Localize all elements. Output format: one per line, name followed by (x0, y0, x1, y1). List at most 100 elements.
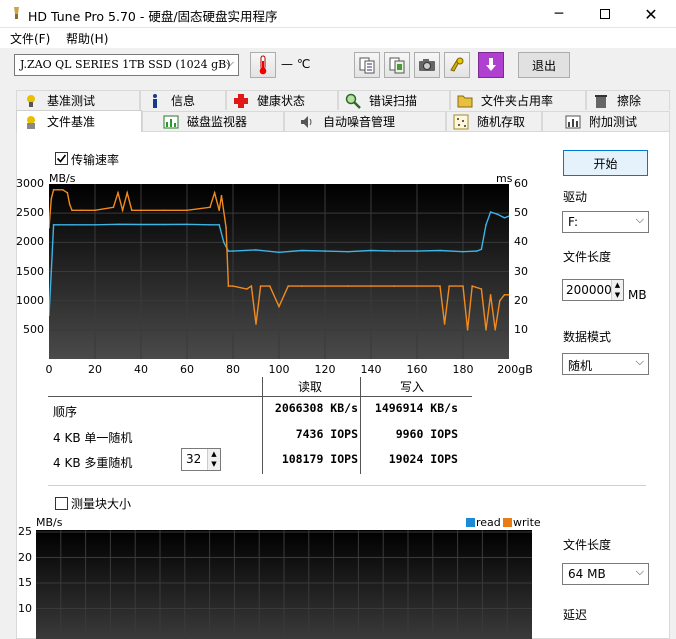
spinner-up-icon[interactable]: ▲ (208, 449, 220, 459)
tab-label: 自动噪音管理 (323, 115, 396, 129)
exit-button[interactable]: 退出 (518, 52, 570, 78)
copy-screenshot-button[interactable] (384, 52, 410, 78)
tab-file-benchmark[interactable]: 文件基准 (16, 110, 142, 132)
access-time-point (227, 285, 230, 287)
tab-disk-monitor[interactable]: 磁盘监视器 (142, 111, 284, 131)
drive-select[interactable]: J.ZAO QL SERIES 1TB SSD (1024 gB) ⌵ (14, 54, 239, 76)
data-mode-label: 数据模式 (563, 330, 612, 344)
data-mode-select[interactable]: 随机 ⌵ (562, 353, 649, 375)
drive-select-value: J.ZAO QL SERIES 1TB SSD (1024 gB) (20, 58, 231, 71)
transfer-rate-point (485, 224, 487, 226)
start-button[interactable]: 开始 (563, 150, 648, 176)
screenshot-button[interactable] (414, 52, 440, 78)
tab-extra-tests[interactable]: 附加测试 (542, 111, 670, 131)
x-tick-label: 140 (360, 363, 382, 376)
tab-benchmark[interactable]: 基准测试 (16, 90, 140, 110)
tab-error-scan[interactable]: 错误扫描 (338, 90, 450, 110)
access-time-point (269, 285, 271, 287)
close-button[interactable]: ✕ (628, 0, 674, 28)
copy-text-button[interactable] (354, 52, 380, 78)
access-time-point (370, 285, 372, 287)
file-length-label: 文件长度 (563, 250, 612, 264)
thermometer-icon (259, 55, 267, 75)
tab-label: 基准测试 (47, 94, 96, 108)
tab-erase[interactable]: 擦除 (586, 90, 670, 110)
x-tick-label: 20 (88, 363, 102, 376)
maximize-button[interactable] (582, 0, 628, 28)
file-length-unit: MB (628, 288, 647, 302)
transfer-rate-point (439, 249, 441, 252)
block-size-checkbox[interactable] (55, 497, 68, 510)
access-time-point (485, 329, 487, 331)
tab-health[interactable]: 健康状态 (226, 90, 338, 110)
sequential-read-value: 2066308 KB/s (274, 401, 358, 415)
tab-folder-usage[interactable]: 文件夹占用率 (450, 90, 586, 110)
save-button[interactable] (478, 52, 504, 78)
spinner-buttons[interactable]: ▲ ▼ (611, 280, 623, 300)
maximize-icon (600, 9, 610, 19)
transfer-rate-point (255, 249, 257, 251)
y-left-tick-label: 2000 (16, 235, 44, 249)
toolbar: J.ZAO QL SERIES 1TB SSD (1024 gB) ⌵ — ℃ (0, 48, 676, 84)
tab-aam[interactable]: 自动噪音管理 (284, 111, 446, 131)
spinner-up-icon[interactable]: ▲ (612, 280, 623, 290)
chevron-down-icon: ⌵ (635, 355, 644, 368)
4k-multi-write-value: 19024 IOPS (388, 452, 458, 466)
access-time-point (117, 192, 119, 194)
close-icon: ✕ (644, 4, 658, 24)
block-size-label: 测量块大小 (71, 497, 132, 511)
4k-multi-read-value: 108179 IOPS (281, 452, 358, 466)
spinner-down-icon[interactable]: ▼ (612, 290, 623, 300)
access-time-point (57, 189, 59, 191)
queue-depth-spinner[interactable]: 32 ▲ ▼ (181, 448, 221, 471)
file-benchmark-icon (27, 115, 35, 129)
access-time-point (66, 192, 69, 194)
tab-label: 文件基准 (47, 115, 96, 129)
access-time-point (250, 285, 253, 287)
menu-file[interactable]: 文件(F) (10, 30, 50, 47)
access-time-point (186, 209, 188, 212)
transfer-rate-point (301, 249, 303, 252)
legend-write-label: write (513, 516, 541, 529)
x-tick-label: 160 (406, 363, 428, 376)
transfer-rate-checkbox[interactable] (55, 152, 68, 165)
transfer-rate-point (476, 250, 478, 252)
tab-info[interactable]: 信息 (140, 90, 226, 110)
access-time-point (140, 209, 142, 212)
tab-label: 附加测试 (589, 115, 638, 129)
health-icon (234, 93, 248, 108)
queue-depth-value: 32 (186, 452, 202, 466)
transfer-rate-point (393, 250, 395, 252)
spinner-down-icon[interactable]: ▼ (208, 459, 220, 469)
y-left-tick-label: 2500 (16, 206, 44, 220)
transfer-rate-point (52, 224, 55, 226)
drive-letter-select[interactable]: F: ⌵ (562, 211, 649, 233)
minimize-icon: ─ (554, 6, 564, 22)
temperature-button[interactable] (250, 52, 276, 78)
block-y-tick-label: 15 (18, 576, 32, 589)
window-title: HD Tune Pro 5.70 - 硬盘/固态硬盘实用程序 (28, 9, 278, 24)
options-button[interactable] (444, 52, 470, 78)
file-length2-select[interactable]: 64 MB ⌵ (562, 563, 649, 585)
file-length-spinner[interactable]: 200000 ▲ ▼ (562, 279, 624, 301)
access-time-point (121, 209, 124, 212)
access-time-point (439, 285, 441, 287)
legend-read-label: read (476, 516, 501, 529)
menu-help[interactable]: 帮助(H) (66, 30, 108, 47)
tab-random-access[interactable]: 随机存取 (446, 111, 542, 131)
block-size-chart (36, 530, 532, 639)
access-time-point (287, 285, 289, 287)
y-right-tick-label: 30 (514, 264, 528, 278)
minimize-button[interactable]: ─ (536, 0, 582, 28)
access-time-point (499, 299, 501, 302)
access-time-point (416, 285, 418, 287)
tab-label: 磁盘监视器 (187, 115, 248, 129)
title-bar: HD Tune Pro 5.70 - 硬盘/固态硬盘实用程序 ─ ✕ (0, 0, 676, 28)
info-icon (153, 93, 157, 108)
tab-label: 文件夹占用率 (481, 94, 554, 108)
spinner-buttons[interactable]: ▲ ▼ (207, 449, 220, 470)
tab-label: 信息 (171, 94, 196, 108)
copy-text-icon (359, 57, 375, 74)
access-time-point (232, 285, 234, 287)
y-right-tick-label: 20 (514, 293, 528, 307)
